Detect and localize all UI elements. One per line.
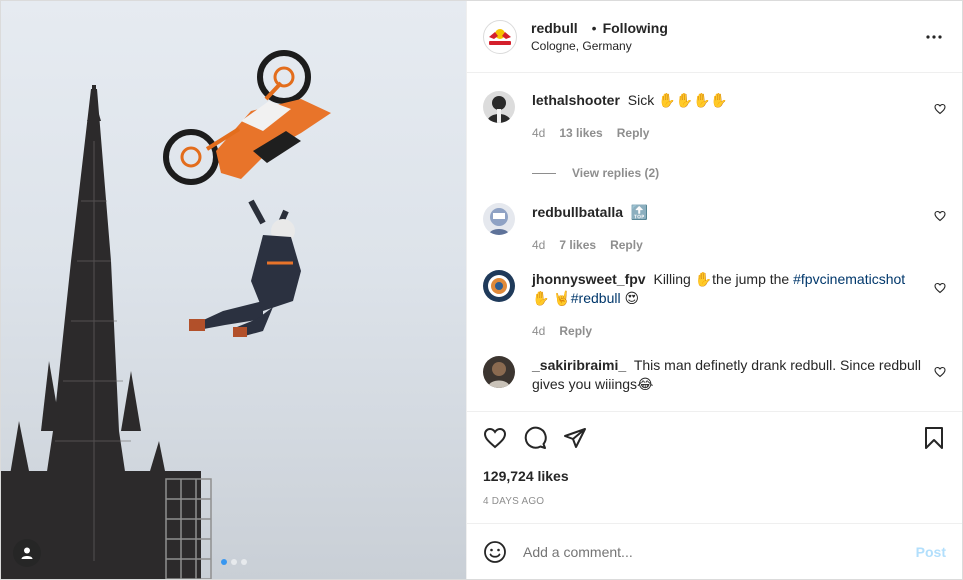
- comment-likes[interactable]: 7 likes: [559, 238, 596, 252]
- comment-text: jhonnysweet_fpv Killing ✋the jump the #f…: [532, 270, 922, 308]
- add-comment-input[interactable]: [523, 543, 916, 560]
- likes-count[interactable]: 129,724 likes: [483, 468, 946, 484]
- share-button[interactable]: [563, 426, 587, 450]
- comment-item: lethalshooter Sick ✋✋✋✋ 4d 13 likes Repl…: [483, 73, 946, 140]
- avatar-image: [483, 356, 515, 388]
- redbull-logo-icon: [489, 28, 511, 45]
- like-comment-heart-icon[interactable]: [934, 282, 946, 294]
- comments-list[interactable]: lethalshooter Sick ✋✋✋✋ 4d 13 likes Repl…: [467, 73, 962, 411]
- comment-likes[interactable]: 13 likes: [559, 126, 602, 140]
- comment-avatar[interactable]: [483, 203, 515, 235]
- carousel-dot-3[interactable]: [240, 559, 247, 565]
- avatar-image: [483, 270, 515, 302]
- comment-icon: [524, 426, 547, 449]
- view-replies-button[interactable]: View replies (2): [532, 166, 946, 180]
- reply-button[interactable]: Reply: [610, 238, 643, 252]
- heart-icon: [483, 427, 507, 449]
- like-comment-heart-icon[interactable]: [934, 103, 946, 115]
- header-separator: •: [591, 20, 597, 36]
- carousel-dot-1[interactable]: [220, 559, 227, 565]
- share-icon: [564, 428, 586, 448]
- post-action-bar: [483, 412, 946, 464]
- comment-meta: 4d 7 likes Reply: [532, 238, 922, 252]
- avatar-image: [483, 203, 515, 235]
- post-side-panel: redbull • Following Cologne, Germany let…: [466, 1, 962, 579]
- carousel-indicator: [220, 559, 247, 565]
- comment-avatar[interactable]: [483, 356, 515, 388]
- post-image[interactable]: [1, 1, 466, 579]
- comment-username[interactable]: lethalshooter: [532, 92, 620, 108]
- like-comment-heart-icon[interactable]: [934, 210, 946, 222]
- comment-item: jhonnysweet_fpv Killing ✋the jump the #f…: [483, 252, 946, 338]
- comment-meta: 4d Reply: [532, 324, 922, 338]
- user-tag-icon: [21, 547, 33, 559]
- comment-item: redbullbatalla 🔝 4d 7 likes Reply: [483, 180, 946, 252]
- like-comment-heart-icon[interactable]: [934, 366, 946, 378]
- post-date[interactable]: 4 DAYS AGO: [483, 496, 946, 507]
- comment-age[interactable]: 4d: [532, 126, 545, 140]
- instagram-post: redbull • Following Cologne, Germany let…: [0, 0, 963, 580]
- comment-content-part: ✋ 🤘: [532, 290, 571, 306]
- post-header: redbull • Following Cologne, Germany: [467, 1, 962, 73]
- comment-age[interactable]: 4d: [532, 238, 545, 252]
- reply-button[interactable]: Reply: [617, 126, 650, 140]
- comment-text: redbullbatalla 🔝: [532, 203, 922, 222]
- post-actions-section: 129,724 likes 4 DAYS AGO: [467, 411, 962, 523]
- comment-text: lethalshooter Sick ✋✋✋✋: [532, 91, 922, 110]
- add-comment-bar: Post: [467, 523, 962, 579]
- comment-content-part: Killing ✋the jump the: [653, 271, 794, 287]
- following-button[interactable]: Following: [603, 20, 668, 36]
- reply-button[interactable]: Reply: [559, 324, 592, 338]
- comment-button[interactable]: [523, 426, 547, 450]
- post-author-username[interactable]: redbull: [531, 20, 578, 36]
- redbull-avatar[interactable]: [483, 19, 517, 54]
- comment-content-part: 😍: [620, 290, 640, 306]
- save-button[interactable]: [922, 426, 946, 450]
- user-tag-button[interactable]: [13, 539, 41, 567]
- post-location[interactable]: Cologne, Germany: [531, 39, 922, 53]
- replies-divider: [532, 172, 556, 174]
- comment-username[interactable]: _sakiribraimi_: [532, 357, 626, 373]
- comment-age[interactable]: 4d: [532, 324, 545, 338]
- hashtag-link[interactable]: #redbull: [571, 290, 621, 306]
- comment-avatar[interactable]: [483, 270, 515, 302]
- more-options-icon: [926, 34, 942, 39]
- comment-content: 🔝: [630, 204, 649, 220]
- comment-username[interactable]: jhonnysweet_fpv: [532, 271, 646, 287]
- comment-username[interactable]: redbullbatalla: [532, 204, 623, 220]
- avatar-image: [483, 91, 515, 123]
- emoji-icon: [484, 540, 506, 563]
- view-replies-label: View replies (2): [572, 166, 660, 180]
- hashtag-link[interactable]: #fpvcinematicshot: [793, 271, 905, 287]
- emoji-button[interactable]: [483, 540, 507, 564]
- comment-text: _sakiribraimi_ This man definetly drank …: [532, 356, 922, 394]
- motocross-photo: [1, 50, 331, 579]
- carousel-dot-2[interactable]: [230, 559, 237, 565]
- comment-item: _sakiribraimi_ This man definetly drank …: [483, 338, 946, 394]
- comment-avatar[interactable]: [483, 91, 515, 123]
- like-button[interactable]: [483, 426, 507, 450]
- more-options-button[interactable]: [922, 25, 946, 49]
- comment-meta: 4d 13 likes Reply: [532, 126, 922, 140]
- comment-content: Sick ✋✋✋✋: [627, 92, 728, 108]
- post-comment-button[interactable]: Post: [916, 544, 946, 560]
- bookmark-icon: [925, 427, 943, 449]
